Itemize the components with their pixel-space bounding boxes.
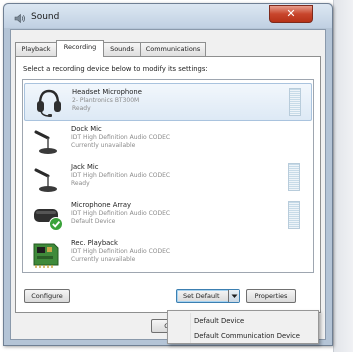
recording-device-list[interactable]: Headset Microphone 2- Plantronics BT300M… xyxy=(22,79,314,273)
tab-recording[interactable]: Recording xyxy=(56,40,104,57)
level-meter xyxy=(288,163,300,191)
device-item-dock-mic[interactable]: Dock Mic IDT High Definition Audio CODEC… xyxy=(24,121,312,159)
menu-item-default-device[interactable]: Default Device xyxy=(194,317,244,325)
window-title: Sound xyxy=(31,12,60,22)
chevron-down-icon xyxy=(231,294,238,298)
device-name: Dock Mic xyxy=(71,125,102,133)
set-default-dropdown-arrow[interactable] xyxy=(228,290,239,302)
instruction-text: Select a recording device below to modif… xyxy=(23,65,208,73)
microphone-icon xyxy=(34,130,57,154)
set-default-menu: Default Device Default Communication Dev… xyxy=(167,310,319,344)
speaker-icon xyxy=(14,13,25,24)
microphone-array-icon xyxy=(34,209,63,231)
device-item-microphone-array[interactable]: Microphone Array IDT High Definition Aud… xyxy=(24,197,312,235)
menu-item-default-communication-device[interactable]: Default Communication Device xyxy=(194,332,300,340)
tab-playback[interactable]: Playback xyxy=(15,42,57,56)
device-detail: IDT High Definition Audio CODEC xyxy=(71,210,171,217)
desktop-background xyxy=(333,0,353,352)
recording-tab-page: Select a recording device below to modif… xyxy=(15,56,321,313)
configure-button[interactable]: Configure xyxy=(24,289,70,303)
device-item-jack-mic[interactable]: Jack Mic IDT High Definition Audio CODEC… xyxy=(24,159,312,197)
level-meter xyxy=(288,201,300,229)
device-name: Rec. Playback xyxy=(71,239,118,247)
device-name: Jack Mic xyxy=(71,163,99,171)
close-button[interactable]: ✕ xyxy=(269,5,313,23)
title-bar[interactable]: Sound ✕ xyxy=(4,4,332,28)
device-detail: IDT High Definition Audio CODEC xyxy=(71,248,171,255)
device-status: Ready xyxy=(72,105,91,112)
microphone-icon xyxy=(34,168,57,192)
tab-communications[interactable]: Communications xyxy=(140,42,206,56)
device-item-headset-microphone[interactable]: Headset Microphone 2- Plantronics BT300M… xyxy=(24,83,312,121)
device-detail: IDT High Definition Audio CODEC xyxy=(71,134,171,141)
sound-card-icon xyxy=(33,243,59,268)
close-icon: ✕ xyxy=(286,7,296,20)
headset-icon xyxy=(37,89,61,117)
sound-dialog: Sound ✕ Playback Recording Sounds Commun… xyxy=(3,3,333,346)
device-item-rec-playback[interactable]: Rec. Playback IDT High Definition Audio … xyxy=(24,235,312,273)
menu-gutter xyxy=(190,313,191,343)
device-detail: IDT High Definition Audio CODEC xyxy=(71,172,171,179)
device-name: Microphone Array xyxy=(71,201,132,209)
dialog-client-area: Playback Recording Sounds Communications… xyxy=(10,29,326,340)
set-default-button[interactable]: Set Default xyxy=(176,289,240,303)
device-name: Headset Microphone xyxy=(72,88,142,96)
default-check-icon xyxy=(49,217,63,231)
device-detail: 2- Plantronics BT300M xyxy=(72,97,140,104)
properties-button[interactable]: Properties xyxy=(246,289,296,303)
device-status: Ready xyxy=(71,180,90,187)
level-meter xyxy=(289,88,301,116)
device-status: Currently unavailable xyxy=(71,142,136,149)
tab-sounds[interactable]: Sounds xyxy=(103,42,141,56)
device-status: Default Device xyxy=(71,218,116,225)
device-status: Currently unavailable xyxy=(71,256,136,263)
